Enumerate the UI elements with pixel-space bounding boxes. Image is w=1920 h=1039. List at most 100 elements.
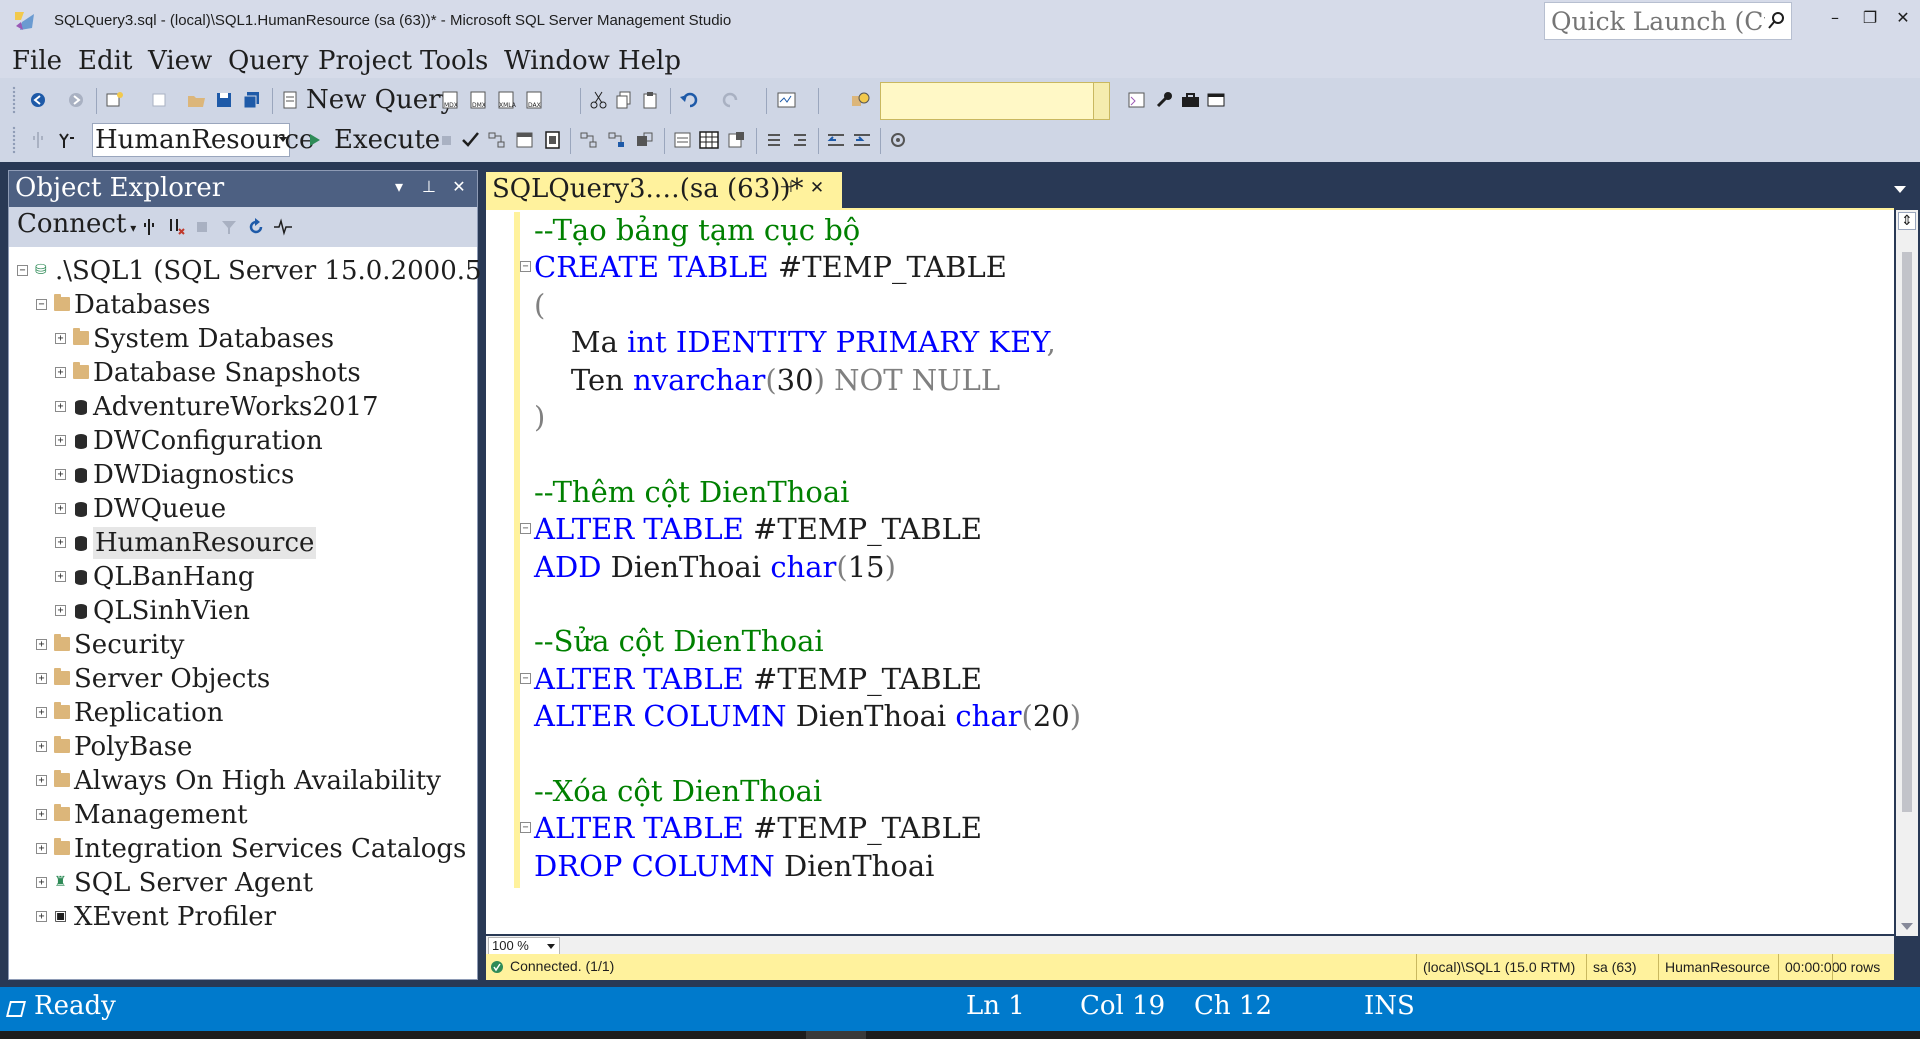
copy-icon[interactable] [614,90,636,110]
results-grid-icon[interactable] [698,130,720,150]
properties-icon[interactable] [1154,90,1176,110]
expand-icon[interactable]: + [36,877,47,888]
close-icon[interactable]: ✕ [449,177,469,199]
minimize-button[interactable]: – [1820,8,1850,32]
new-query-button[interactable]: New Query [306,84,455,116]
query-options-icon[interactable] [542,130,564,150]
quick-launch-input[interactable] [1545,3,1765,39]
expand-icon[interactable]: + [36,707,47,718]
xmla-query-icon[interactable]: XMLA [496,90,518,110]
connect-icon[interactable] [28,130,50,150]
search-icon[interactable] [1767,11,1785,31]
toolbar-grip[interactable] [12,126,16,154]
toolbar-grip[interactable] [12,86,16,114]
query-designer-icon[interactable] [514,130,536,150]
refresh-icon[interactable] [247,218,265,236]
collapse-region-icon[interactable]: − [520,672,531,684]
stop-icon[interactable] [436,130,458,150]
results-file-icon[interactable] [726,130,748,150]
save-icon[interactable] [214,90,236,110]
collapse-region-icon[interactable]: − [520,822,531,834]
back-icon[interactable] [28,90,50,110]
solution-explorer-icon[interactable] [1126,90,1148,110]
menu-project[interactable]: Project [318,44,412,78]
expand-icon[interactable]: + [55,503,66,514]
mdx-query-icon[interactable]: MDX [440,90,462,110]
add-item-icon[interactable] [150,90,172,110]
scroll-thumb[interactable] [1902,252,1912,812]
tab-sqlquery3[interactable]: SQLQuery3.…(sa (63))* ⊣ ✕ [486,172,842,208]
pin-icon[interactable]: ⊣ [776,178,796,202]
expand-icon[interactable]: + [55,605,66,616]
quick-launch[interactable] [1544,2,1792,40]
toolbox-icon[interactable] [1180,90,1202,110]
output-window-icon[interactable] [6,1001,26,1017]
collapse-icon[interactable]: − [17,265,28,276]
pin-icon[interactable]: ⊥ [419,177,439,199]
chevron-down-icon[interactable] [1093,83,1109,119]
scroll-down-icon[interactable] [1901,923,1913,930]
new-query-icon[interactable] [280,90,302,110]
expand-icon[interactable]: + [55,571,66,582]
chevron-down-icon[interactable]: ▾ [389,177,409,199]
undo-icon[interactable] [678,90,700,110]
code-area[interactable]: --Tạo bảng tạm cục bộ CREATE TABLE #TEMP_… [534,210,1874,890]
split-icon[interactable]: ⇕ [1898,212,1916,230]
save-all-icon[interactable] [242,90,264,110]
expand-icon[interactable]: + [55,537,66,548]
display-plan-icon[interactable] [486,130,508,150]
expand-icon[interactable]: + [36,843,47,854]
restore-button[interactable]: ❐ [1855,8,1885,32]
query-editor[interactable]: --Tạo bảng tạm cục bộ CREATE TABLE #TEMP_… [486,208,1918,956]
collapse-region-icon[interactable]: − [520,523,531,535]
close-tab-icon[interactable]: ✕ [806,178,828,202]
include-plan-icon[interactable] [606,130,628,150]
horizontal-scrollbar[interactable]: 100 % [486,936,1894,956]
chevron-down-icon[interactable] [279,137,287,142]
expand-icon[interactable]: + [55,435,66,446]
new-project-icon[interactable] [104,90,126,110]
menu-query[interactable]: Query [228,44,309,78]
vertical-scrollbar[interactable]: ⇕ [1896,210,1918,936]
execute-play-icon[interactable] [304,130,326,150]
change-connection-icon[interactable] [56,130,78,150]
window-icon[interactable] [1206,90,1228,110]
close-window-button[interactable]: ✕ [1888,8,1918,32]
taskbar-item[interactable] [806,1031,866,1039]
expand-icon[interactable]: + [55,401,66,412]
collapse-icon[interactable]: − [36,299,47,310]
parse-check-icon[interactable] [460,130,482,150]
menu-view[interactable]: View [148,44,212,78]
filter-icon[interactable] [221,219,237,235]
expand-icon[interactable]: + [36,775,47,786]
menu-file[interactable]: File [12,44,62,78]
expand-icon[interactable]: + [36,911,47,922]
comment-icon[interactable] [764,130,786,150]
dmx-query-icon[interactable]: DMX [468,90,490,110]
cut-icon[interactable] [588,90,610,110]
expand-icon[interactable]: + [55,469,66,480]
tab-overflow-icon[interactable] [1894,186,1906,193]
find-combo[interactable] [880,82,1110,120]
uncomment-icon[interactable] [790,130,812,150]
redo-icon[interactable] [722,90,744,110]
disconnect-icon[interactable] [167,217,185,237]
client-stats-icon[interactable] [672,130,694,150]
database-select[interactable]: HumanResource [92,123,314,157]
expand-icon[interactable]: + [55,367,66,378]
expand-icon[interactable]: + [36,741,47,752]
menu-help[interactable]: Help [618,44,681,78]
expand-icon[interactable]: + [55,333,66,344]
chevron-down-icon[interactable]: ▾ [126,221,136,235]
connect-plug-icon[interactable] [141,217,157,237]
activity-monitor-icon[interactable] [776,90,798,110]
open-file-icon[interactable] [186,90,208,110]
expand-icon[interactable]: + [36,673,47,684]
execute-button[interactable]: Execute [334,124,440,156]
menu-window[interactable]: Window [504,44,610,78]
menu-edit[interactable]: Edit [78,44,132,78]
expand-icon[interactable]: + [36,809,47,820]
collapse-region-icon[interactable]: − [520,261,531,273]
find-icon[interactable] [850,90,872,110]
dax-query-icon[interactable]: DAX [524,90,546,110]
